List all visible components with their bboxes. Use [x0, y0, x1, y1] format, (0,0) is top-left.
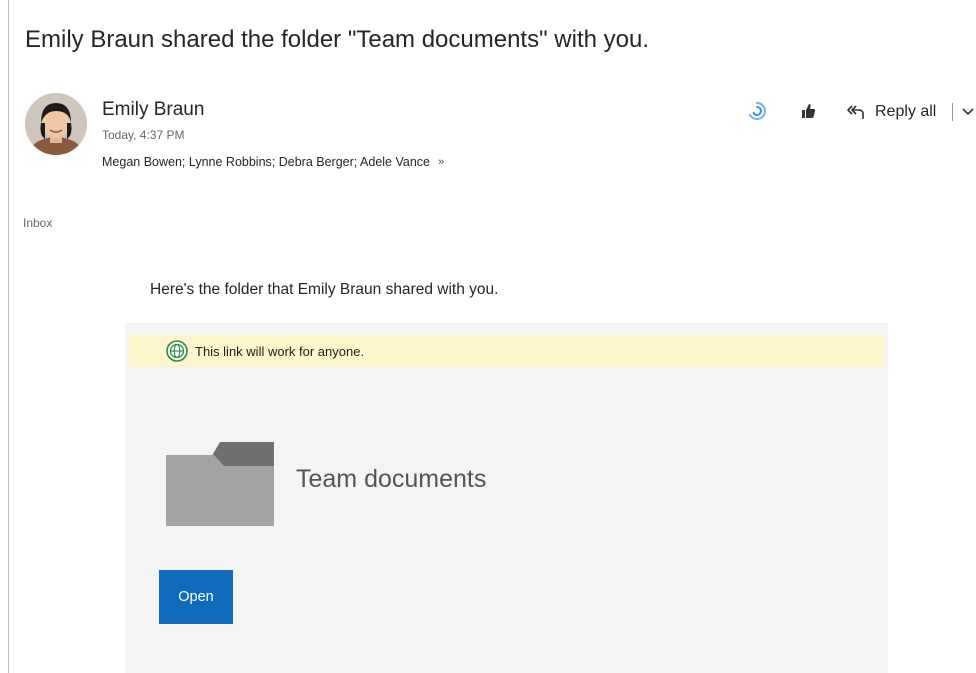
folder-icon[interactable] — [166, 442, 274, 526]
globe-icon — [166, 340, 188, 362]
chevron-down-icon[interactable] — [960, 102, 976, 122]
avatar[interactable] — [25, 93, 87, 155]
reply-all-button[interactable]: Reply all — [846, 100, 936, 124]
folder-label: Inbox — [23, 216, 53, 230]
shared-folder-name[interactable]: Team documents — [296, 465, 486, 494]
toolbar-divider — [952, 103, 953, 121]
open-button[interactable]: Open — [159, 570, 233, 624]
email-body-intro: Here's the folder that Emily Braun share… — [150, 281, 499, 298]
reply-all-label: Reply all — [875, 103, 937, 120]
timestamp: Today, 4:37 PM — [102, 128, 185, 142]
recipients-line: Megan Bowen; Lynne Robbins; Debra Berger… — [102, 155, 444, 169]
recipients-list[interactable]: Megan Bowen; Lynne Robbins; Debra Berger… — [102, 155, 430, 169]
reading-pane-divider — [8, 0, 9, 673]
email-subject: Emily Braun shared the folder "Team docu… — [25, 26, 649, 53]
shared-folder-card: This link will work for anyone. Team doc… — [125, 323, 888, 673]
like-icon[interactable] — [797, 100, 819, 122]
sender-name[interactable]: Emily Braun — [102, 99, 204, 121]
double-chevron-down-icon[interactable]: » — [438, 156, 444, 168]
reaction-icon[interactable] — [746, 100, 768, 122]
banner-text: This link will work for anyone. — [195, 343, 365, 359]
reply-all-icon — [846, 103, 866, 121]
sharing-banner: This link will work for anyone. — [129, 335, 884, 367]
